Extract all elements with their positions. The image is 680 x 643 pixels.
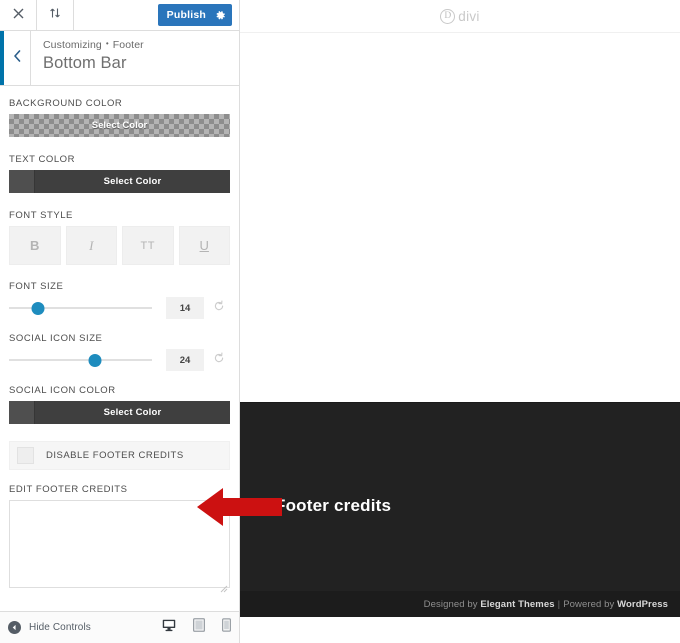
mobile-preview-button[interactable] bbox=[221, 618, 232, 637]
credits-powered-by: Powered by bbox=[563, 598, 615, 610]
control-background-color: BACKGROUND COLOR Select Color bbox=[9, 98, 230, 137]
font-size-reset-button[interactable] bbox=[208, 299, 230, 317]
device-preview-switcher bbox=[162, 618, 232, 637]
text-color-button-label: Select Color bbox=[103, 176, 162, 187]
hide-controls-label: Hide Controls bbox=[29, 622, 91, 633]
mobile-icon bbox=[221, 618, 232, 637]
control-edit-footer-credits: EDIT FOOTER CREDITS bbox=[9, 484, 230, 593]
site-content-area bbox=[240, 33, 680, 402]
social-icon-color-picker[interactable]: Select Color bbox=[9, 401, 230, 424]
control-text-color: TEXT COLOR Select Color bbox=[9, 154, 230, 193]
background-color-label: BACKGROUND COLOR bbox=[9, 98, 123, 109]
page-title: Bottom Bar bbox=[43, 54, 127, 72]
bold-button[interactable]: B bbox=[9, 226, 61, 265]
reset-icon bbox=[213, 299, 225, 317]
credits-designer[interactable]: Elegant Themes bbox=[480, 599, 554, 610]
control-social-icon-size: SOCIAL ICON SIZE 24 bbox=[9, 333, 230, 371]
site-footer: Footer credits Designed by Elegant Theme… bbox=[240, 402, 680, 617]
credits-platform[interactable]: WordPress bbox=[617, 599, 668, 610]
publish-button[interactable]: Publish bbox=[157, 4, 232, 26]
text-color-label: TEXT COLOR bbox=[9, 154, 76, 165]
uppercase-button[interactable]: TT bbox=[122, 226, 174, 265]
social-icon-color-label: SOCIAL ICON COLOR bbox=[9, 385, 116, 396]
panel-header-text: Customizing • Footer Bottom Bar bbox=[31, 31, 144, 85]
divi-logo-mark: D bbox=[440, 8, 456, 24]
breadcrumb-separator: • bbox=[105, 39, 109, 48]
font-style-label: FONT STYLE bbox=[9, 210, 73, 221]
control-font-size: FONT SIZE 14 bbox=[9, 281, 230, 319]
chevron-left-icon bbox=[13, 49, 22, 67]
breadcrumb-root: Customizing bbox=[43, 39, 102, 51]
font-size-thumb[interactable] bbox=[31, 301, 45, 315]
credits-designed-by: Designed by bbox=[423, 598, 478, 610]
footer-credits-text: Designed by Elegant Themes | Powered by Wo… bbox=[424, 599, 668, 610]
close-icon bbox=[13, 6, 24, 24]
font-size-slider[interactable] bbox=[9, 300, 152, 316]
panel-footer: Hide Controls bbox=[0, 611, 239, 643]
edit-footer-credits-textarea[interactable] bbox=[9, 500, 230, 588]
control-font-style: FONT STYLE B I TT U bbox=[9, 210, 230, 265]
edit-footer-credits-wrap bbox=[9, 500, 230, 593]
customizer-panel: Publish Customizing • Footer Bottom Bar … bbox=[0, 0, 240, 643]
back-button[interactable] bbox=[4, 31, 31, 85]
edit-footer-credits-label: EDIT FOOTER CREDITS bbox=[9, 484, 128, 495]
social-icon-size-row: 24 bbox=[9, 349, 230, 371]
site-bottom-bar: Designed by Elegant Themes | Powered by Wo… bbox=[240, 591, 680, 617]
close-button[interactable] bbox=[0, 0, 37, 30]
credits-separator: | bbox=[557, 598, 561, 610]
breadcrumb-section: Footer bbox=[112, 39, 144, 51]
disable-footer-credits-checkbox[interactable] bbox=[17, 447, 34, 464]
text-color-picker[interactable]: Select Color bbox=[9, 170, 230, 193]
font-size-input[interactable]: 14 bbox=[166, 297, 204, 319]
control-social-icon-color: SOCIAL ICON COLOR Select Color bbox=[9, 385, 230, 424]
sort-arrows-icon bbox=[49, 6, 61, 24]
publish-area: Publish bbox=[157, 0, 239, 30]
customizer-topbar: Publish bbox=[0, 0, 239, 31]
controls-list: BACKGROUND COLOR Select Color TEXT COLOR… bbox=[0, 86, 239, 611]
social-icon-size-track bbox=[9, 359, 152, 361]
background-color-button-label: Select Color bbox=[91, 120, 148, 131]
desktop-icon bbox=[162, 619, 176, 637]
font-size-row: 14 bbox=[9, 297, 230, 319]
social-icon-size-thumb[interactable] bbox=[88, 353, 102, 367]
social-icon-size-slider[interactable] bbox=[9, 352, 152, 368]
disable-footer-credits-label: DISABLE FOOTER CREDITS bbox=[46, 450, 184, 461]
reset-icon bbox=[213, 351, 225, 369]
hide-controls-button[interactable]: Hide Controls bbox=[8, 621, 91, 634]
divi-logo-text: divi bbox=[458, 8, 480, 24]
arrow-left-circle-icon bbox=[8, 621, 21, 634]
control-disable-footer-credits[interactable]: DISABLE FOOTER CREDITS bbox=[9, 441, 230, 470]
customizer-screen: Publish Customizing • Footer Bottom Bar … bbox=[0, 0, 680, 643]
footer-credits-annotation-label: Footer credits bbox=[275, 496, 392, 515]
italic-button[interactable]: I bbox=[65, 226, 117, 265]
tablet-icon bbox=[192, 618, 206, 637]
desktop-preview-button[interactable] bbox=[162, 619, 176, 637]
site-preview: D divi Footer credits Designed by Elegan… bbox=[240, 0, 680, 643]
social-icon-color-button-label: Select Color bbox=[103, 407, 162, 418]
background-color-picker[interactable]: Select Color bbox=[9, 114, 230, 137]
panel-header: Customizing • Footer Bottom Bar bbox=[0, 31, 239, 86]
tablet-preview-button[interactable] bbox=[192, 618, 206, 637]
divi-logo[interactable]: D divi bbox=[440, 8, 480, 24]
underline-button[interactable]: U bbox=[178, 226, 230, 265]
site-header: D divi bbox=[240, 0, 680, 33]
social-icon-color-swatch bbox=[9, 401, 35, 424]
font-size-label: FONT SIZE bbox=[9, 281, 64, 292]
social-icon-size-label: SOCIAL ICON SIZE bbox=[9, 333, 103, 344]
social-icon-size-input[interactable]: 24 bbox=[166, 349, 204, 371]
text-color-swatch bbox=[9, 170, 35, 193]
social-icon-size-reset-button[interactable] bbox=[208, 351, 230, 369]
font-style-buttons: B I TT U bbox=[9, 226, 230, 265]
reorder-button[interactable] bbox=[37, 0, 74, 30]
breadcrumb: Customizing • Footer bbox=[43, 39, 144, 51]
publish-label: Publish bbox=[166, 9, 206, 21]
gear-icon[interactable] bbox=[215, 10, 226, 21]
